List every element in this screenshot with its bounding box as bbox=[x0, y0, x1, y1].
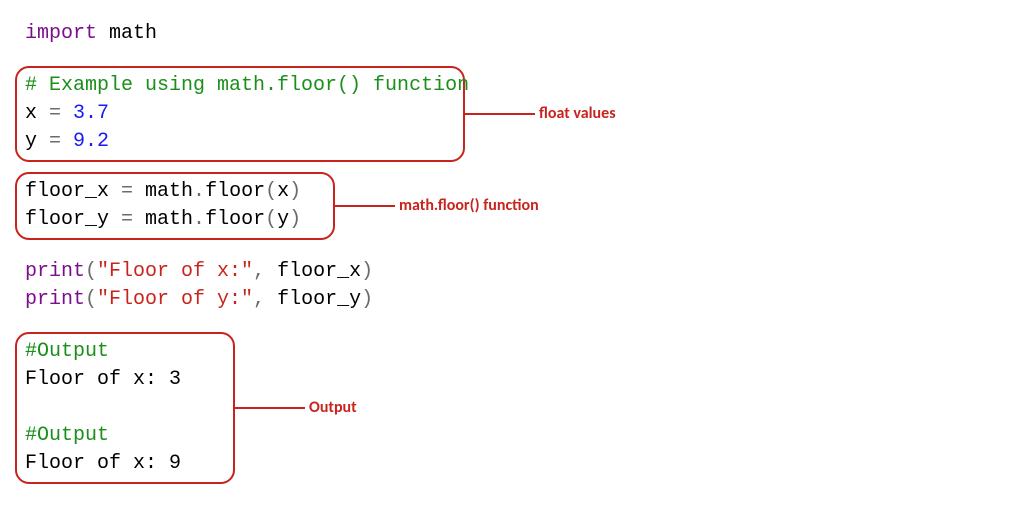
block-floor-fn-row: floor_x = math.floor(x) floor_y = math.f… bbox=[25, 172, 994, 240]
assign-x: x = 3.7 bbox=[25, 100, 455, 128]
print-x: print("Floor of x:", floor_x) bbox=[25, 258, 994, 286]
connector-line bbox=[335, 205, 395, 207]
box-float-values: # Example using math.floor() function x … bbox=[15, 66, 465, 162]
callout-output: Output bbox=[235, 397, 357, 419]
block-output-row: #Output Floor of x: 3 #Output Floor of x… bbox=[25, 332, 994, 484]
assign-floor-y: floor_y = math.floor(y) bbox=[25, 206, 325, 234]
box-output: #Output Floor of x: 3 #Output Floor of x… bbox=[15, 332, 235, 484]
code-line-import: import math bbox=[25, 20, 994, 48]
callout-floor-fn: math.floor() function bbox=[335, 195, 539, 217]
comment-example: # Example using math.floor() function bbox=[25, 72, 455, 100]
keyword-import: import bbox=[25, 22, 97, 45]
connector-line bbox=[465, 113, 535, 115]
output-comment-2: #Output bbox=[25, 422, 225, 450]
module-math: math bbox=[97, 22, 157, 45]
output-comment-1: #Output bbox=[25, 338, 225, 366]
label-output: Output bbox=[309, 397, 357, 419]
output-line-2: Floor of x: 9 bbox=[25, 450, 225, 478]
output-line-1: Floor of x: 3 bbox=[25, 366, 225, 394]
assign-floor-x: floor_x = math.floor(x) bbox=[25, 178, 325, 206]
callout-float-values: float values bbox=[465, 103, 616, 125]
output-blank bbox=[25, 394, 225, 422]
connector-line bbox=[235, 407, 305, 409]
assign-y: y = 9.2 bbox=[25, 128, 455, 156]
block-float-values-row: # Example using math.floor() function x … bbox=[25, 66, 994, 162]
print-y: print("Floor of y:", floor_y) bbox=[25, 286, 994, 314]
label-floor-fn: math.floor() function bbox=[399, 195, 539, 217]
label-float-values: float values bbox=[539, 103, 616, 125]
box-floor-fn: floor_x = math.floor(x) floor_y = math.f… bbox=[15, 172, 335, 240]
